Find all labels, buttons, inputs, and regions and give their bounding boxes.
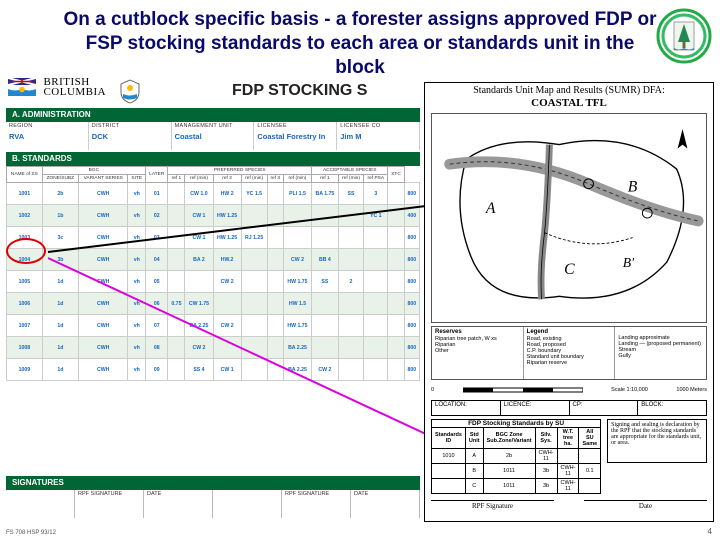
- table-row: 10051dCWHvh05CW 2HW 1.75SS2800: [7, 271, 420, 293]
- sumr-map-svg: A B B' C: [432, 114, 706, 322]
- declaration-text: Signing and sealing is declaration by th…: [607, 419, 707, 463]
- table-row: 10043bCWHvh04BA 2HW.2CW 2BB 4800: [7, 249, 420, 271]
- form-logo-area: BRITISH COLUMBIA: [8, 78, 141, 104]
- admin-mgmt-unit: MANAGEMENT UNITCoastal: [172, 122, 255, 150]
- svg-text:B': B': [623, 255, 635, 270]
- table-row: 10071dCWHvh07BA 2.25CW 2HW 1.75800: [7, 315, 420, 337]
- table-row: 1010A2bCWH-11: [432, 449, 601, 464]
- section-b-bar: B. STANDARDS: [6, 152, 420, 166]
- bc-coat-of-arms-icon: [119, 78, 141, 104]
- table-row: 10033cCWHvh03CW 1HW 1.25RJ 1.25800: [7, 227, 420, 249]
- section-a-bar: A. ADMINISTRATION: [6, 108, 420, 122]
- su-table: Standards ID Std Unit BGC Zone Sub.Zone/…: [431, 427, 601, 494]
- table-row: 10091dCWHvh09SS 4CW 1BA 2.25CW 2800: [7, 359, 420, 381]
- signatures-row: RPF SIGNATURE DATE RPF SIGNATURE DATE: [6, 490, 420, 518]
- sumr-location-row: LOCATION: LICENCE: CP: BLOCK:: [431, 400, 707, 416]
- admin-row: REGIONRVA DISTRICTDCK MANAGEMENT UNITCoa…: [6, 122, 420, 150]
- page-number: 4: [708, 527, 712, 536]
- admin-district: DISTRICTDCK: [89, 122, 172, 150]
- highlight-circle-ss1001: [6, 238, 46, 264]
- table-row: 10081dCWHvh08CW 2BA 2.25800: [7, 337, 420, 359]
- sumr-panel: Standards Unit Map and Results (SUMR) DF…: [424, 82, 714, 522]
- table-row: 10021bCWHvh02CW 1HW 1.25YC 1400: [7, 205, 420, 227]
- svg-text:B: B: [628, 179, 638, 196]
- bc-wordmark: BRITISH COLUMBIA: [8, 78, 106, 100]
- slide-title: On a cutblock specific basis - a foreste…: [0, 0, 720, 85]
- admin-licensee-co: LICENSEE COJim M: [337, 122, 420, 150]
- sumr-scalebar: 0 Scale 1:10,000 1000 Meters: [431, 383, 707, 397]
- table-row: 10061dCWHvh060.75CW 1.75HW 1.5800: [7, 293, 420, 315]
- sumr-signature-panel: RPF Signature Date: [431, 500, 707, 510]
- standards-table: NAME of SS BGC LATER PREFERRED SPECIES A…: [6, 166, 420, 381]
- sumr-subtitle: COASTAL TFL: [425, 97, 713, 109]
- signatures-bar: SIGNATURES: [6, 476, 420, 490]
- sumr-title: Standards Unit Map and Results (SUMR) DF…: [425, 83, 713, 96]
- table-row: C10113bCWH-11: [432, 479, 601, 494]
- table-row: 10012bCWHvh01CW 1.0HW 2YC 1.5PLI 1.5BA 1…: [7, 183, 420, 205]
- sumr-legend: Reserves Riparian tree patch, W xs Ripar…: [431, 326, 707, 380]
- svg-text:A: A: [485, 200, 496, 217]
- svg-text:C: C: [564, 261, 575, 278]
- admin-region: REGIONRVA: [6, 122, 89, 150]
- table-row: B10113bCWH-110.1: [432, 464, 601, 479]
- bc-flag-icon: [8, 78, 36, 96]
- admin-licensee: LICENSEECoastal Forestry In: [254, 122, 337, 150]
- forest-service-crest-icon: [656, 8, 712, 64]
- form-title: FDP STOCKING S: [232, 82, 367, 100]
- bc-wm-line2: COLUMBIA: [43, 86, 106, 98]
- form-code: FS 708 HSP 93/12: [6, 530, 56, 536]
- su-table-title: FDP Stocking Standards by SU: [431, 419, 601, 427]
- sumr-map: A B B' C: [431, 113, 707, 323]
